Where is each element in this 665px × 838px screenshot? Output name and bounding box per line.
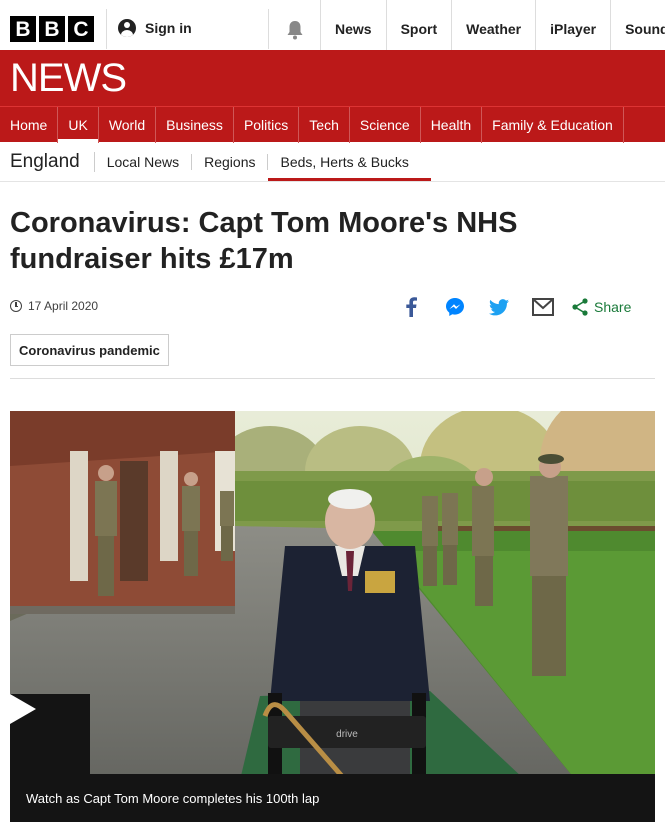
- walker-brand-text: drive: [336, 729, 358, 740]
- video-player[interactable]: drive Watch as Capt Tom Moore completes …: [10, 411, 655, 822]
- article-date: 17 April 2020: [28, 299, 99, 313]
- bell-icon[interactable]: [286, 20, 304, 40]
- play-button[interactable]: [10, 694, 90, 774]
- main-nav: Home UK World Business Politics Tech Sci…: [0, 106, 665, 143]
- share-button[interactable]: Share: [572, 298, 631, 316]
- divider: [268, 9, 269, 49]
- sub-nav: England Local News Regions Beds, Herts &…: [0, 142, 665, 182]
- news-logo[interactable]: NEWS: [10, 56, 127, 101]
- sub-nav-title[interactable]: England: [0, 151, 95, 172]
- divider: [10, 378, 655, 379]
- bbc-logo[interactable]: B B C: [10, 16, 94, 42]
- article-timestamp: 17 April 2020: [10, 299, 98, 313]
- sign-in-label: Sign in: [145, 20, 192, 36]
- video-still: drive: [10, 411, 655, 822]
- play-icon: [10, 694, 36, 724]
- bbc-logo-letter: C: [68, 16, 94, 42]
- sign-in-link[interactable]: Sign in: [118, 19, 192, 37]
- nav-item-science[interactable]: Science: [350, 106, 421, 143]
- sub-nav-regions[interactable]: Regions: [192, 153, 269, 170]
- bbc-logo-letter: B: [10, 16, 36, 42]
- nav-item-business[interactable]: Business: [156, 106, 234, 143]
- share-icon: [572, 298, 588, 316]
- divider: [106, 9, 107, 49]
- twitter-icon[interactable]: [488, 296, 510, 318]
- nav-item-world[interactable]: World: [99, 106, 157, 143]
- bbc-logo-letter: B: [39, 16, 65, 42]
- nav-item-politics[interactable]: Politics: [234, 106, 300, 143]
- user-icon: [118, 19, 136, 37]
- messenger-icon[interactable]: [444, 296, 466, 318]
- share-tools: Share: [400, 296, 631, 318]
- news-banner: NEWS: [0, 50, 665, 106]
- video-caption: Watch as Capt Tom Moore completes his 10…: [10, 774, 655, 822]
- article-headline: Coronavirus: Capt Tom Moore's NHS fundra…: [10, 207, 518, 275]
- nav-item-home[interactable]: Home: [0, 106, 59, 143]
- email-icon[interactable]: [532, 296, 554, 318]
- clock-icon: [10, 300, 22, 312]
- facebook-icon[interactable]: [400, 296, 422, 318]
- sub-nav-local-news[interactable]: Local News: [95, 153, 193, 170]
- sub-nav-beds-herts-bucks[interactable]: Beds, Herts & Bucks: [268, 154, 432, 181]
- share-label: Share: [594, 299, 632, 315]
- nav-item-uk[interactable]: UK: [58, 106, 99, 143]
- topic-tag[interactable]: Coronavirus pandemic: [10, 334, 169, 366]
- nav-item-health[interactable]: Health: [421, 106, 483, 143]
- nav-item-family-education[interactable]: Family & Education: [482, 106, 624, 143]
- nav-item-tech[interactable]: Tech: [299, 106, 350, 143]
